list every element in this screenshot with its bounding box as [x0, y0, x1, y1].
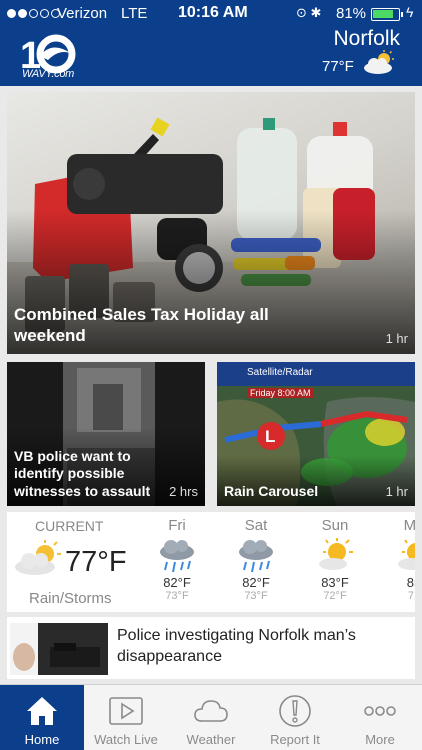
news-headline: Police investigating Norfolk man’s disap… [117, 627, 356, 665]
day-low: 73°F [244, 590, 268, 602]
forecast-day[interactable]: Fri 82°F 73°F [147, 517, 207, 602]
forecast-day[interactable]: Sun 83°F 72°F [305, 517, 365, 602]
signal-strength-icon [7, 9, 60, 18]
rain-cloud-icon [160, 540, 194, 573]
day-high: 83°F [321, 575, 349, 590]
day-low: 72°F [323, 590, 347, 602]
current-temperature: 77°F [65, 546, 127, 578]
partly-cloudy-icon [364, 50, 394, 74]
status-bar: Verizon LTE 10:16 AM ⊙ ✱ 81% ϟ [0, 0, 422, 28]
day-name: Sun [321, 517, 349, 534]
day-high: 85 [406, 575, 415, 590]
current-condition: Rain/Storms [29, 590, 112, 607]
header-city[interactable]: Norfolk [333, 27, 400, 51]
tab-label: Home [24, 732, 60, 747]
top-bar: Verizon LTE 10:16 AM ⊙ ✱ 81% ϟ 1 WAVY.co… [0, 0, 422, 86]
day-high: 82°F [242, 575, 270, 590]
tab-watch-live[interactable]: Watch Live [84, 685, 168, 750]
day-low: 71 [407, 590, 415, 602]
tab-label: Report It [270, 732, 320, 747]
day-high: 82°F [163, 575, 191, 590]
current-label: CURRENT [35, 518, 104, 534]
forecast-strip[interactable]: CURRENT 77°F Rain/Storms Fri 82°F 73°F S… [7, 512, 415, 612]
tab-report-it[interactable]: Report It [253, 685, 337, 750]
home-icon [27, 697, 57, 725]
battery-percentage: 81% [336, 5, 367, 22]
logo-text: WAVY.com [22, 68, 75, 80]
story-tile-title: Rain Carousel [224, 482, 319, 499]
story-tile-title: VB police want to identify possible witn… [14, 447, 151, 499]
tab-home[interactable]: Home [0, 685, 84, 750]
day-low: 73°F [165, 590, 189, 602]
partly-cloudy-icon [15, 540, 61, 575]
radar-overlay-time: Friday 8:00 AM [247, 388, 314, 398]
news-thumbnail [10, 623, 108, 675]
rain-cloud-icon [239, 540, 273, 573]
tab-more[interactable]: More [338, 685, 422, 750]
day-name: Fri [168, 517, 186, 534]
story-tile-time: 1 hr [385, 484, 408, 499]
story-tile-vb-police[interactable]: VB police want to identify possible witn… [7, 362, 205, 506]
tab-label: Weather [186, 732, 236, 747]
cloud-icon [194, 700, 228, 722]
battery-icon [371, 8, 403, 21]
sun-cloud-icon [398, 539, 415, 570]
play-icon [109, 697, 143, 725]
news-list-item[interactable]: Police investigating Norfolk man’s disap… [7, 617, 415, 679]
svg-text:L: L [265, 427, 275, 446]
hero-story-card[interactable]: Combined Sales Tax Holiday all weekend 1… [7, 92, 415, 354]
radar-overlay-label: Satellite/Radar [247, 367, 313, 378]
carrier-name: Verizon [57, 5, 108, 22]
tab-label: More [365, 732, 395, 747]
orientation-lock-icon: ⊙ ✱ [296, 5, 322, 20]
header-temperature: 77°F [322, 58, 354, 75]
hero-story-title: Combined Sales Tax Holiday all weekend [14, 304, 269, 345]
network-type: LTE [121, 5, 148, 22]
day-name: Mo [403, 517, 415, 534]
tab-bar: Home Watch Live Weather Report It More [0, 684, 422, 750]
tab-weather[interactable]: Weather [169, 685, 253, 750]
forecast-day[interactable]: Mo 85 71 [384, 517, 415, 602]
hero-story-time: 1 hr [385, 331, 408, 346]
charging-icon: ϟ [406, 4, 414, 20]
status-time: 10:16 AM [178, 4, 248, 21]
day-name: Sat [244, 517, 268, 534]
story-tile-time: 2 hrs [169, 484, 198, 499]
tab-label: Watch Live [94, 732, 158, 747]
forecast-day[interactable]: Sat 82°F 73°F [226, 517, 286, 602]
story-tile-rain-carousel[interactable]: L Satellite/Radar Friday 8:00 AM Rain Ca… [217, 362, 415, 506]
sun-cloud-icon [319, 538, 353, 570]
alert-icon [279, 695, 311, 727]
more-icon [364, 706, 396, 716]
